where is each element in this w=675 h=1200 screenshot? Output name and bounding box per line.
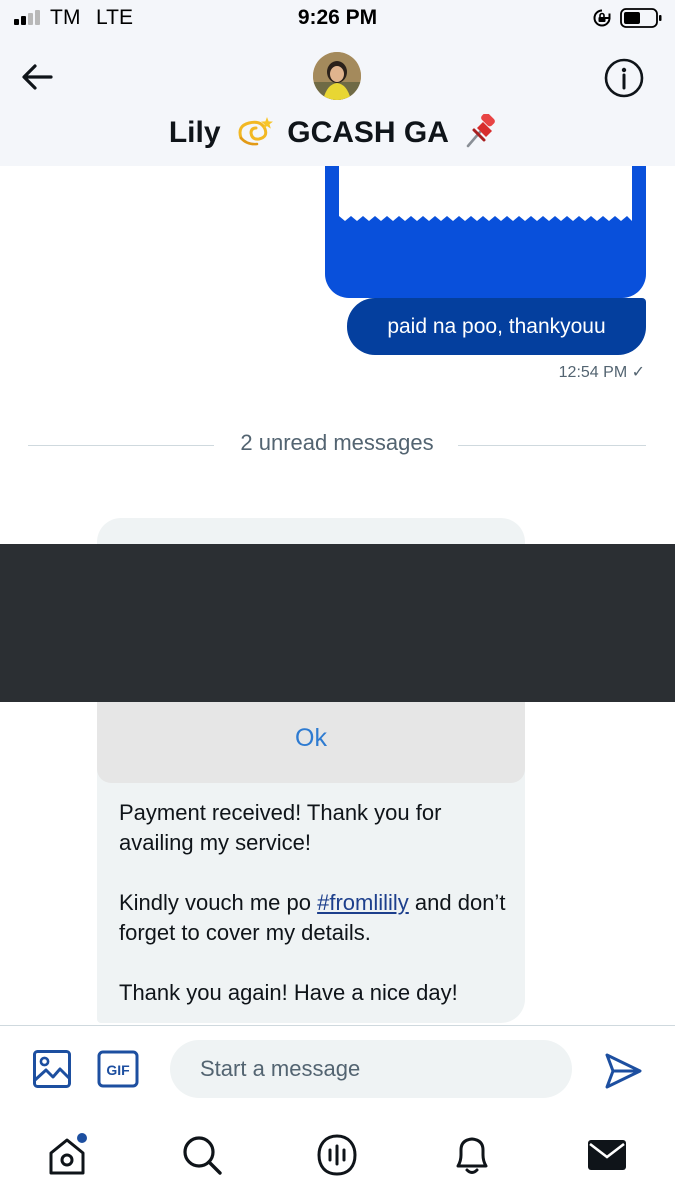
unread-divider: 2 unread messages: [28, 428, 646, 458]
avatar[interactable]: [313, 52, 361, 100]
received-message-text: Payment received! Thank you for availing…: [119, 798, 509, 1023]
battery-icon: [620, 8, 662, 28]
search-icon[interactable]: [180, 1133, 224, 1177]
message-timestamp: 12:54 PM ✓: [558, 364, 645, 381]
sent-image-attachment[interactable]: [325, 166, 646, 298]
message-paragraph: Thank you again! Have a nice day!: [119, 980, 458, 1005]
unread-label: 2 unread messages: [240, 430, 434, 455]
spaces-icon[interactable]: [315, 1133, 359, 1177]
message-paragraph: Payment received! Thank you for availing…: [119, 800, 442, 855]
hashtag-link[interactable]: #fromlilily: [317, 890, 409, 915]
send-icon[interactable]: [603, 1051, 643, 1091]
receipt-image: [339, 166, 632, 221]
notification-dot: [77, 1133, 87, 1143]
home-icon[interactable]: [45, 1133, 89, 1177]
pushpin-emoji-icon: [466, 114, 496, 148]
status-bar: TM LTE 9:26 PM: [0, 0, 675, 36]
back-arrow-icon[interactable]: [18, 58, 56, 96]
message-input[interactable]: [170, 1040, 572, 1098]
message-text: Kindly vouch me po: [119, 890, 318, 915]
sent-message-bubble[interactable]: paid na poo, thankyouu: [347, 298, 646, 355]
info-icon[interactable]: [603, 57, 645, 99]
status-time: 9:26 PM: [297, 6, 378, 29]
notifications-icon[interactable]: [450, 1133, 494, 1177]
messages-icon[interactable]: [585, 1133, 629, 1177]
chat-title-name: Lily: [168, 116, 221, 149]
bottom-tab-bar: [0, 1115, 675, 1200]
message-paragraph: Kindly vouch me po #fromlilily and don’t…: [119, 888, 509, 948]
image-icon[interactable]: [32, 1049, 72, 1089]
chat-title-suffix: GCASH GA: [287, 116, 448, 149]
gif-icon[interactable]: GIF: [97, 1050, 139, 1088]
chat-title[interactable]: Lily GCASH GA: [0, 114, 675, 150]
divider-line: [458, 445, 646, 446]
dialog-ok-button[interactable]: Ok: [97, 702, 525, 784]
screenshot-alert-dialog: Ok: [97, 701, 525, 783]
message-composer: GIF: [0, 1025, 675, 1115]
rotation-lock-icon: [593, 9, 611, 27]
dizzy-emoji-icon: [238, 117, 273, 146]
gif-label: GIF: [106, 1062, 130, 1078]
redaction-overlay: [0, 544, 675, 702]
conversation-header: Lily GCASH GA: [0, 36, 675, 166]
